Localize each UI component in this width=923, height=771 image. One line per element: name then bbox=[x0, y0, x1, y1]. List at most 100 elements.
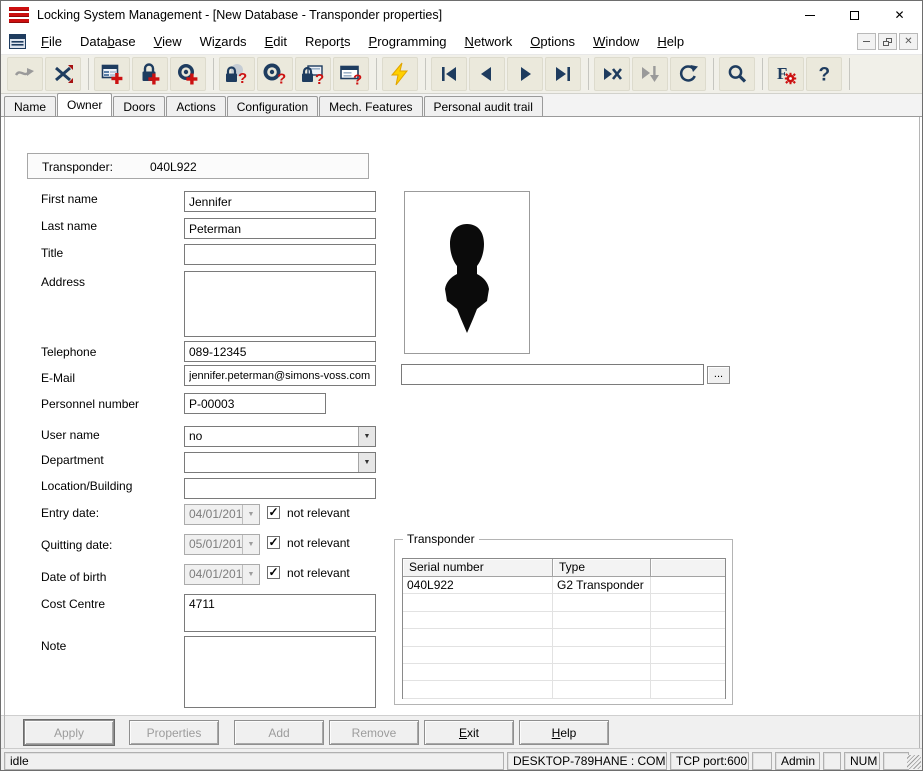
filter-button[interactable]: F bbox=[768, 57, 804, 91]
menu-options[interactable]: Options bbox=[521, 31, 584, 52]
tab-actions[interactable]: Actions bbox=[166, 96, 225, 116]
maximize-button[interactable] bbox=[832, 1, 877, 29]
entry-date-not-relevant-label: not relevant bbox=[287, 506, 350, 520]
quitting-date-dropdown-button[interactable]: ▼ bbox=[242, 535, 259, 554]
department-dropdown-button[interactable]: ▼ bbox=[358, 453, 375, 472]
new-locking-system-button[interactable] bbox=[94, 57, 130, 91]
first-record-button[interactable] bbox=[431, 57, 467, 91]
tab-personal-audit-trail[interactable]: Personal audit trail bbox=[424, 96, 543, 116]
commit-record-button[interactable] bbox=[632, 57, 668, 91]
owner-photo bbox=[404, 191, 530, 354]
resize-grip[interactable] bbox=[907, 755, 921, 769]
menu-help[interactable]: Help bbox=[648, 31, 693, 52]
toolbar-separator bbox=[849, 58, 850, 90]
read-window-button[interactable]: ? bbox=[333, 57, 369, 91]
mdi-minimize-button[interactable] bbox=[857, 33, 876, 50]
tab-mech-features[interactable]: Mech. Features bbox=[319, 96, 422, 116]
date-of-birth-picker[interactable]: 04/01/201 ▼ bbox=[184, 564, 260, 585]
first-name-field[interactable] bbox=[184, 191, 376, 212]
remove-button[interactable]: Remove bbox=[329, 720, 419, 745]
status-bar: idle DESKTOP-789HANE : COM(*) TCP port:6… bbox=[1, 748, 922, 771]
quitting-date-picker[interactable]: 05/01/201 ▼ bbox=[184, 534, 260, 555]
last-name-label: Last name bbox=[41, 219, 97, 233]
read-transponder-button[interactable]: ? bbox=[257, 57, 293, 91]
menu-window[interactable]: Window bbox=[584, 31, 648, 52]
column-header-type[interactable]: Type bbox=[553, 559, 651, 577]
properties-button[interactable]: Properties bbox=[129, 720, 219, 745]
location-field[interactable] bbox=[184, 478, 376, 499]
browse-button[interactable]: ... bbox=[707, 366, 730, 384]
tab-name[interactable]: Name bbox=[4, 96, 56, 116]
document-icon[interactable] bbox=[9, 34, 26, 49]
date-of-birth-not-relevant-checkbox[interactable]: ✓ bbox=[267, 566, 280, 579]
person-silhouette-icon bbox=[436, 220, 498, 338]
department-select[interactable]: ▼ bbox=[184, 452, 376, 473]
entry-date-picker[interactable]: 04/01/201 ▼ bbox=[184, 504, 260, 525]
cancel-button[interactable] bbox=[594, 57, 630, 91]
status-host: DESKTOP-789HANE : COM(*) bbox=[507, 752, 667, 770]
tab-configuration[interactable]: Configuration bbox=[227, 96, 318, 116]
add-button[interactable]: Add bbox=[234, 720, 324, 745]
svg-text:?: ? bbox=[277, 71, 286, 87]
title-field[interactable] bbox=[184, 244, 376, 265]
tab-bar: Name Owner Doors Actions Configuration M… bbox=[1, 94, 922, 117]
user-name-dropdown-button[interactable]: ▼ bbox=[358, 427, 375, 446]
table-row-empty bbox=[403, 629, 725, 646]
previous-record-button[interactable] bbox=[469, 57, 505, 91]
mdi-close-button[interactable]: ✕ bbox=[899, 33, 918, 50]
menu-programming[interactable]: Programming bbox=[360, 31, 456, 52]
telephone-field[interactable] bbox=[184, 341, 376, 362]
note-label: Note bbox=[41, 639, 66, 653]
help-button[interactable]: ? bbox=[806, 57, 842, 91]
menu-view[interactable]: View bbox=[145, 31, 191, 52]
help-button-bottom[interactable]: Help bbox=[519, 720, 609, 745]
mdi-restore-button[interactable] bbox=[878, 33, 897, 50]
tab-owner[interactable]: Owner bbox=[57, 93, 112, 116]
menu-file[interactable]: File bbox=[32, 31, 71, 52]
read-lock-button[interactable]: ? bbox=[219, 57, 255, 91]
search-button[interactable] bbox=[719, 57, 755, 91]
program-button[interactable] bbox=[382, 57, 418, 91]
column-header-serial-number[interactable]: Serial number bbox=[403, 559, 553, 577]
menu-edit[interactable]: Edit bbox=[256, 31, 296, 52]
date-of-birth-value: 04/01/201 bbox=[185, 565, 242, 584]
note-field[interactable] bbox=[184, 636, 376, 708]
address-field[interactable] bbox=[184, 271, 376, 337]
last-name-field[interactable] bbox=[184, 218, 376, 239]
search-icon bbox=[725, 62, 749, 86]
menu-wizards[interactable]: Wizards bbox=[191, 31, 256, 52]
read-card-lock-button[interactable]: ? bbox=[295, 57, 331, 91]
new-transponder-button[interactable] bbox=[170, 57, 206, 91]
email-field[interactable] bbox=[184, 365, 376, 386]
exit-button[interactable]: Exit bbox=[424, 720, 514, 745]
toolbar-separator bbox=[88, 58, 89, 90]
user-name-select[interactable]: no ▼ bbox=[184, 426, 376, 447]
tab-doors[interactable]: Doors bbox=[113, 96, 165, 116]
log-off-button[interactable] bbox=[45, 57, 81, 91]
cell-type: G2 Transponder bbox=[553, 577, 651, 593]
column-header-blank[interactable] bbox=[651, 559, 725, 577]
new-lock-button[interactable] bbox=[132, 57, 168, 91]
log-off-icon bbox=[51, 62, 75, 86]
close-button[interactable]: ✕ bbox=[877, 1, 922, 29]
table-row[interactable]: 040L922 G2 Transponder bbox=[403, 577, 725, 594]
date-of-birth-dropdown-button[interactable]: ▼ bbox=[242, 565, 259, 584]
refresh-button[interactable] bbox=[670, 57, 706, 91]
menu-network[interactable]: Network bbox=[456, 31, 522, 52]
new-locking-system-icon bbox=[100, 62, 124, 86]
menu-reports[interactable]: Reports bbox=[296, 31, 360, 52]
menu-database[interactable]: Database bbox=[71, 31, 145, 52]
personnel-number-field[interactable] bbox=[184, 393, 326, 414]
new-lock-icon bbox=[138, 62, 162, 86]
last-record-button[interactable] bbox=[545, 57, 581, 91]
photo-path-field[interactable] bbox=[401, 364, 704, 385]
log-on-button[interactable] bbox=[7, 57, 43, 91]
minimize-button[interactable] bbox=[787, 1, 832, 29]
next-record-button[interactable] bbox=[507, 57, 543, 91]
cost-centre-field[interactable]: 4711 bbox=[184, 594, 376, 632]
quitting-date-not-relevant-checkbox[interactable]: ✓ bbox=[267, 536, 280, 549]
entry-date-not-relevant-checkbox[interactable]: ✓ bbox=[267, 506, 280, 519]
apply-button[interactable]: Apply bbox=[24, 720, 114, 745]
transponder-header-label: Transponder: bbox=[42, 160, 113, 174]
entry-date-dropdown-button[interactable]: ▼ bbox=[242, 505, 259, 524]
